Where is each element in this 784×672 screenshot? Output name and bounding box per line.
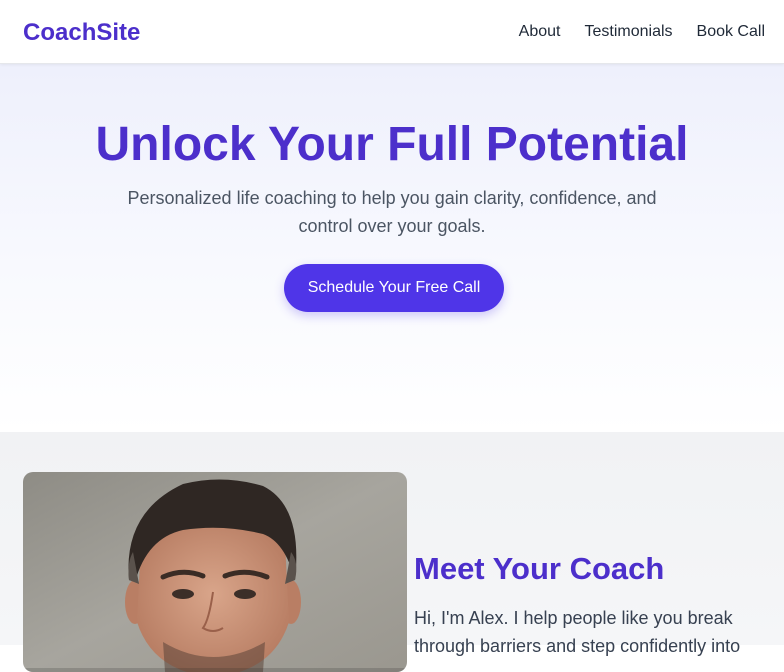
- nav-link-book-call[interactable]: Book Call: [697, 22, 765, 42]
- hero-title: Unlock Your Full Potential: [95, 118, 689, 171]
- nav-link-about[interactable]: About: [519, 22, 561, 42]
- coach-photo: [23, 472, 407, 672]
- hero-section: Unlock Your Full Potential Personalized …: [0, 64, 784, 432]
- about-title: Meet Your Coach: [414, 551, 665, 586]
- nav-links: About Testimonials Book Call: [519, 22, 765, 42]
- hero-subtitle: Personalized life coaching to help you g…: [127, 188, 657, 236]
- nav-link-testimonials[interactable]: Testimonials: [584, 22, 672, 42]
- about-text: Hi, I'm Alex. I help people like you bre…: [414, 608, 741, 656]
- about-section: Meet Your Coach Hi, I'm Alex. I help peo…: [0, 432, 784, 672]
- schedule-call-button[interactable]: Schedule Your Free Call: [284, 264, 504, 312]
- site-logo[interactable]: CoachSite: [23, 18, 140, 48]
- navbar: CoachSite About Testimonials Book Call: [0, 0, 784, 64]
